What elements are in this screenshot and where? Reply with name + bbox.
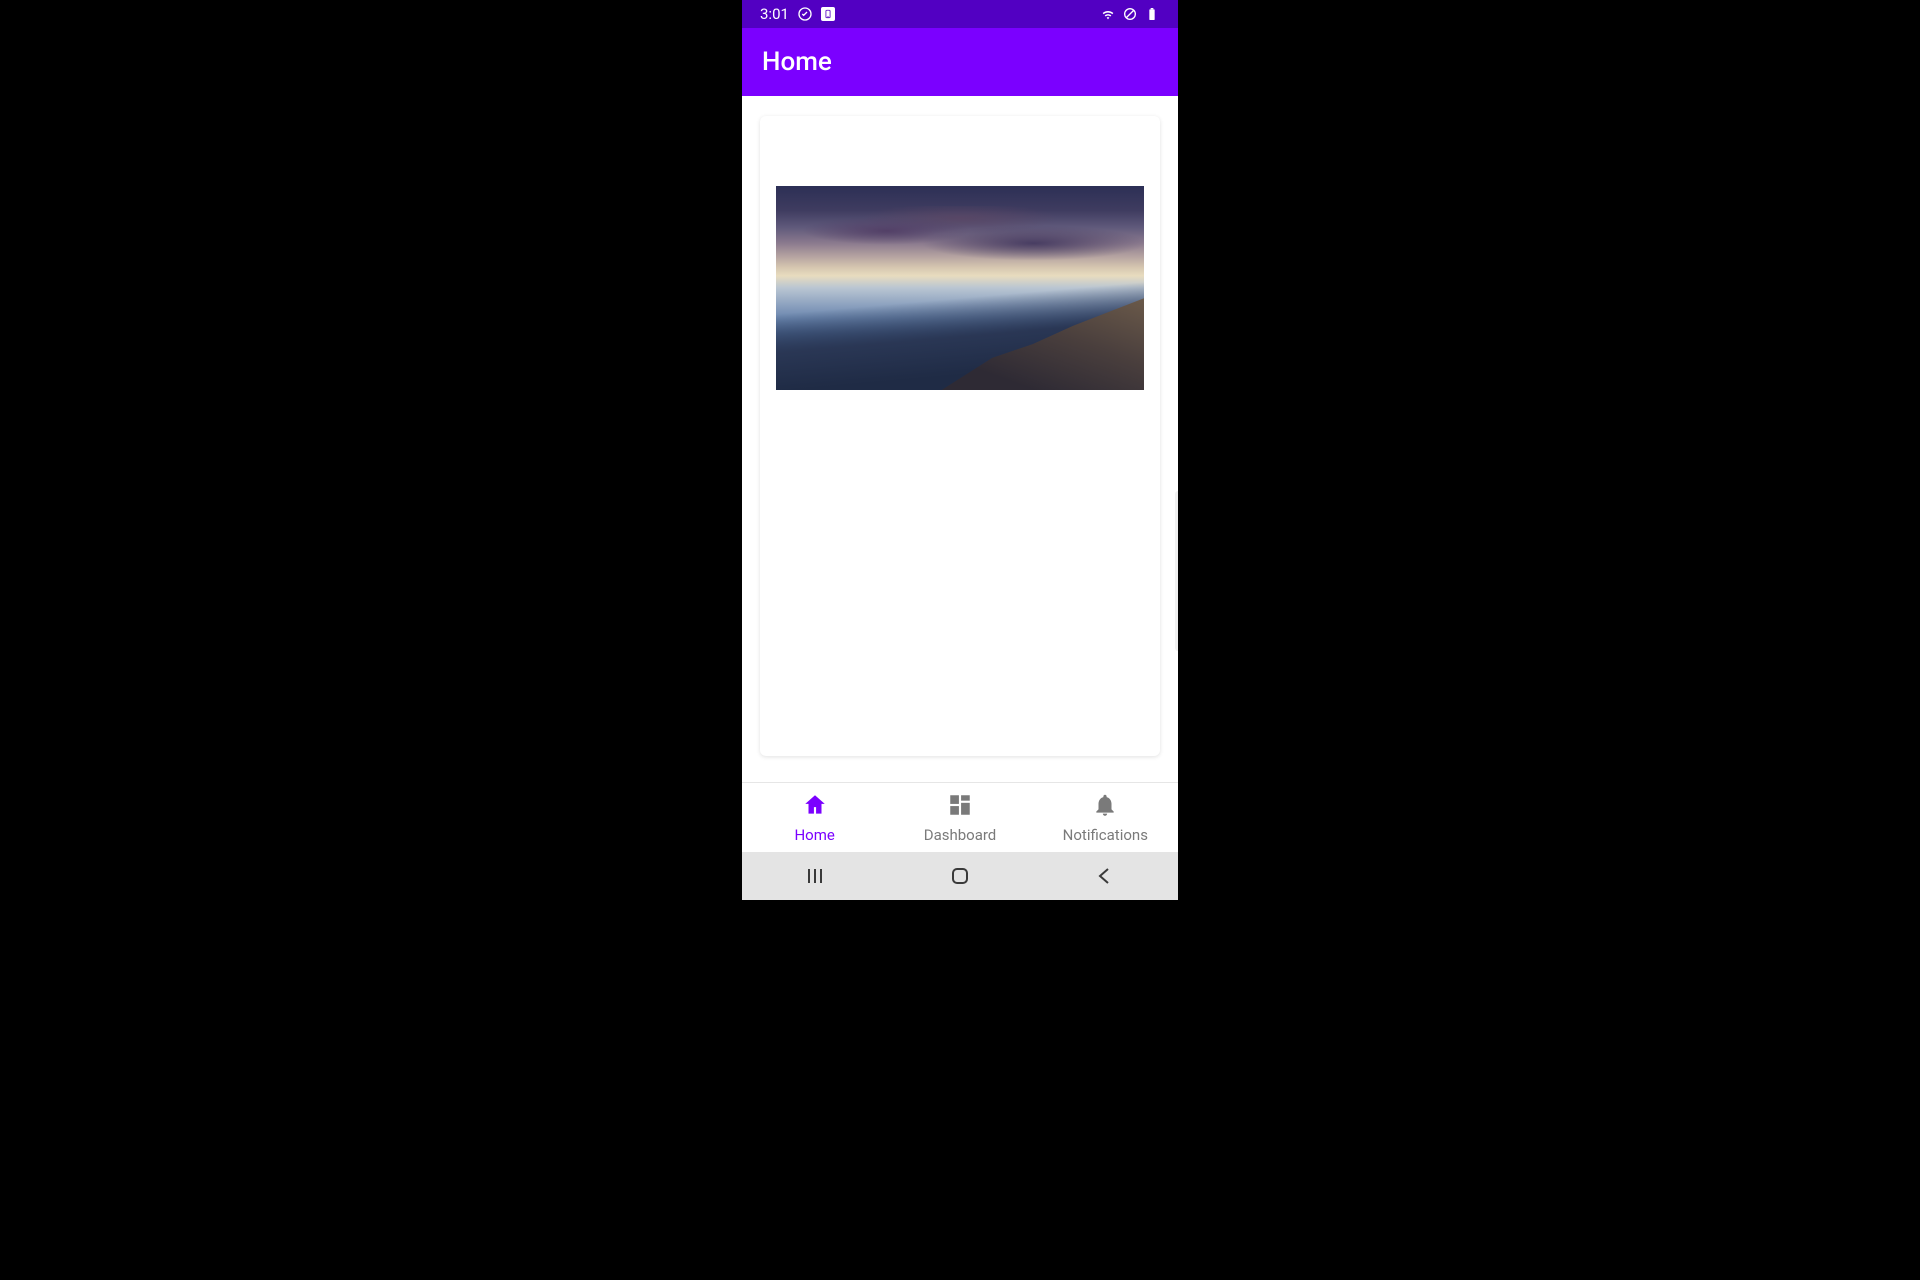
scrollbar[interactable] <box>1175 491 1178 651</box>
bottom-nav: Home Dashboard Notifications <box>742 782 1178 852</box>
content-area[interactable] <box>742 96 1178 782</box>
nav-home-label: Home <box>794 826 834 844</box>
home-button[interactable] <box>936 852 984 900</box>
status-right <box>1100 6 1160 22</box>
battery-icon <box>1144 6 1160 22</box>
phone-frame: 3:01 Home <box>742 0 1178 900</box>
app-bar: Home <box>742 28 1178 96</box>
nav-notifications-label: Notifications <box>1063 826 1148 844</box>
app-notification-icon <box>821 7 835 21</box>
back-button[interactable] <box>1081 852 1129 900</box>
nav-home[interactable]: Home <box>742 783 887 852</box>
page-title: Home <box>762 47 832 77</box>
no-sim-icon <box>1122 6 1138 22</box>
sync-icon <box>797 6 813 22</box>
status-bar: 3:01 <box>742 0 1178 28</box>
status-left: 3:01 <box>760 5 835 23</box>
bell-icon <box>1092 792 1118 822</box>
nav-dashboard[interactable]: Dashboard <box>887 783 1032 852</box>
recents-button[interactable] <box>791 852 839 900</box>
system-nav-bar <box>742 852 1178 900</box>
status-time: 3:01 <box>760 5 789 23</box>
wifi-icon <box>1100 6 1116 22</box>
home-icon <box>802 792 828 822</box>
nav-notifications[interactable]: Notifications <box>1033 783 1178 852</box>
nav-dashboard-label: Dashboard <box>924 826 997 844</box>
image-card <box>760 116 1160 756</box>
photo-clouds <box>776 206 1144 267</box>
dashboard-icon <box>947 792 973 822</box>
landscape-photo <box>776 186 1144 390</box>
